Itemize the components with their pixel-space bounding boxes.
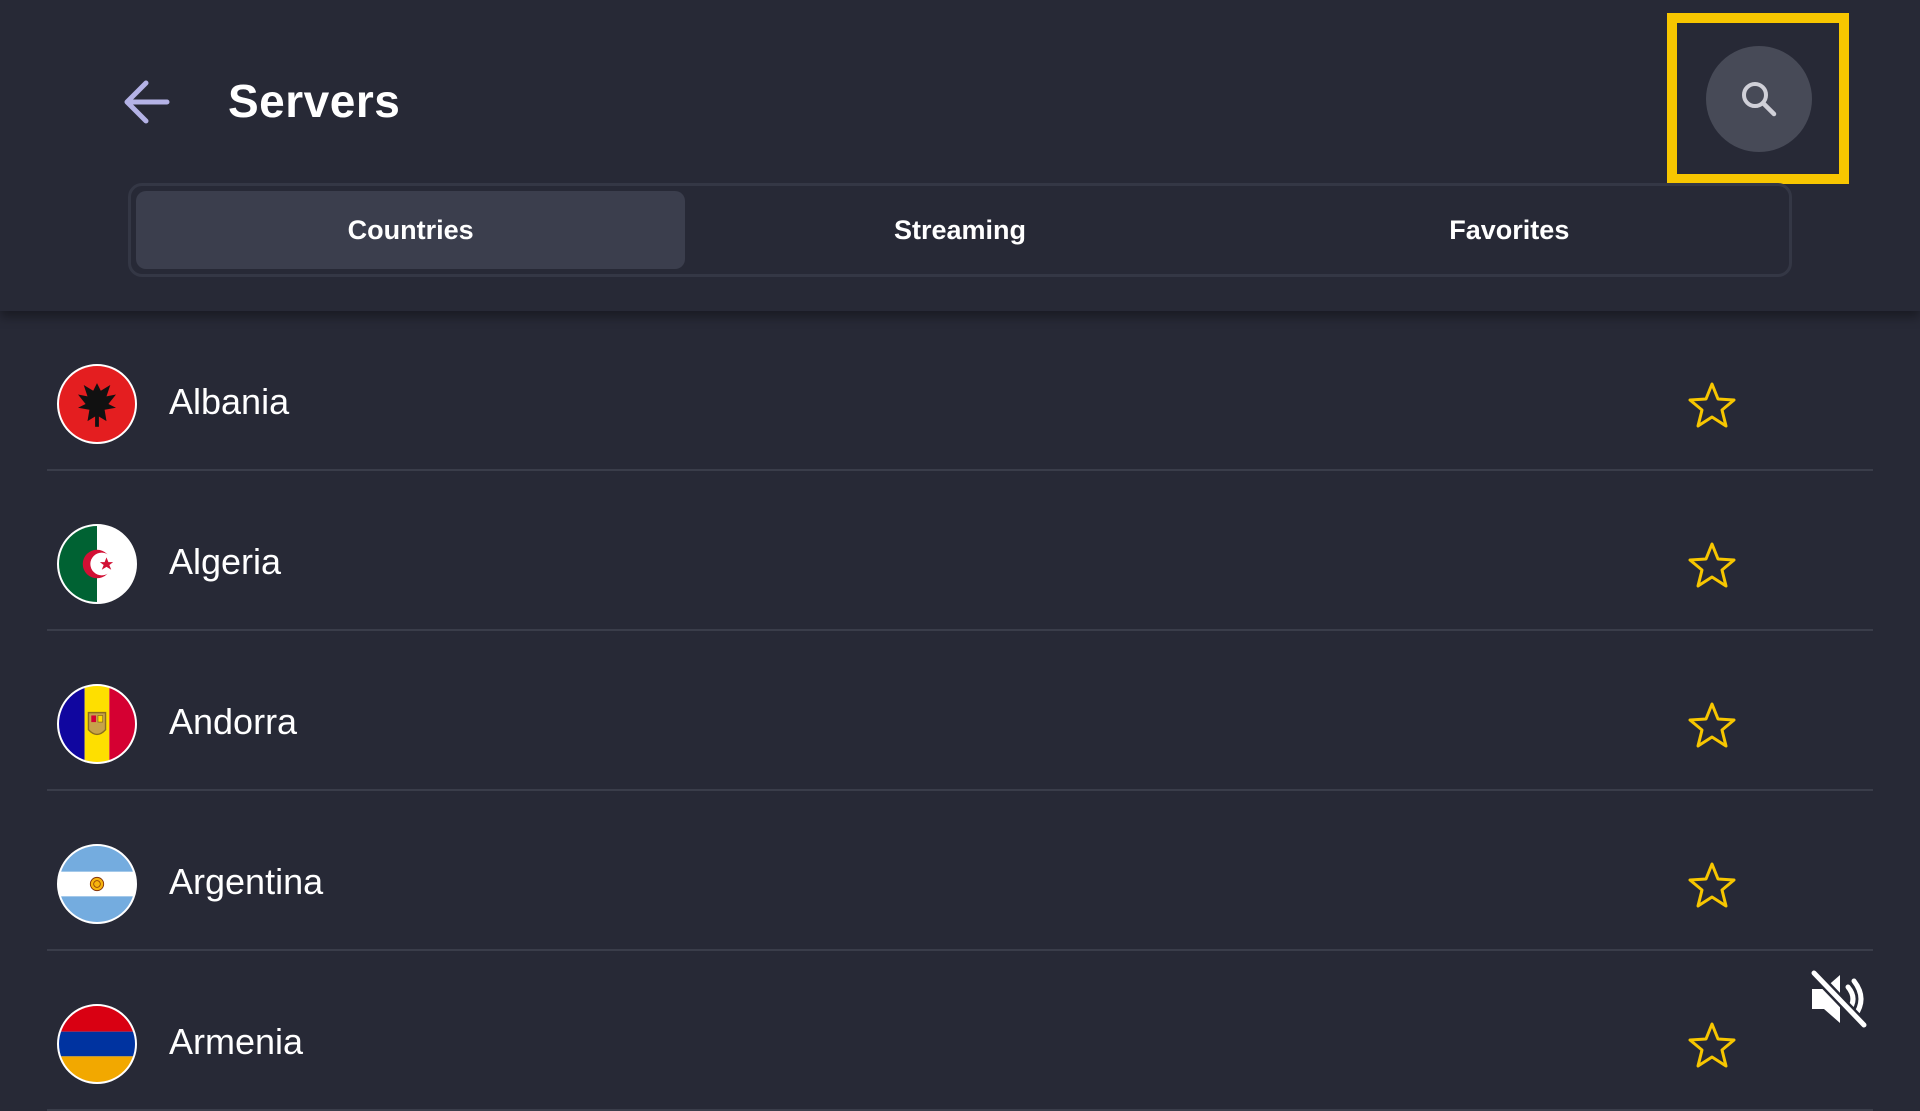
country-name: Armenia: [169, 1021, 304, 1062]
back-button[interactable]: [112, 70, 180, 134]
country-row-andorra[interactable]: Andorra: [47, 631, 1873, 791]
star-icon[interactable]: [1687, 381, 1737, 429]
country-row-albania[interactable]: Albania: [47, 311, 1873, 471]
algeria-flag-icon: [57, 524, 137, 604]
star-icon[interactable]: [1687, 541, 1737, 589]
tab-streaming[interactable]: Streaming: [685, 191, 1234, 269]
star-icon[interactable]: [1687, 1021, 1737, 1069]
country-name: Andorra: [169, 701, 298, 742]
andorra-flag-icon: [57, 684, 137, 764]
star-icon[interactable]: [1687, 701, 1737, 749]
search-icon: [1742, 82, 1777, 117]
header: Servers Countries Streaming Favorites: [0, 0, 1920, 311]
tab-countries[interactable]: Countries: [136, 191, 686, 269]
tab-favorites[interactable]: Favorites: [1235, 191, 1784, 269]
country-row-algeria[interactable]: Algeria: [47, 471, 1873, 631]
speaker-muted-icon[interactable]: [1806, 967, 1870, 1031]
search-button[interactable]: [1706, 46, 1812, 152]
country-name: Albania: [169, 381, 290, 422]
albania-flag-icon: [57, 364, 137, 444]
arrow-left-icon: [124, 80, 170, 124]
page-title: Servers: [228, 75, 401, 127]
country-name: Argentina: [169, 861, 324, 902]
armenia-flag-icon: [57, 1004, 137, 1084]
country-name: Algeria: [169, 541, 282, 582]
tab-bar: Countries Streaming Favorites: [128, 183, 1792, 277]
country-row-armenia[interactable]: Armenia: [47, 951, 1873, 1111]
star-icon[interactable]: [1687, 861, 1737, 909]
argentina-flag-icon: [57, 844, 137, 924]
country-row-argentina[interactable]: Argentina: [47, 791, 1873, 951]
